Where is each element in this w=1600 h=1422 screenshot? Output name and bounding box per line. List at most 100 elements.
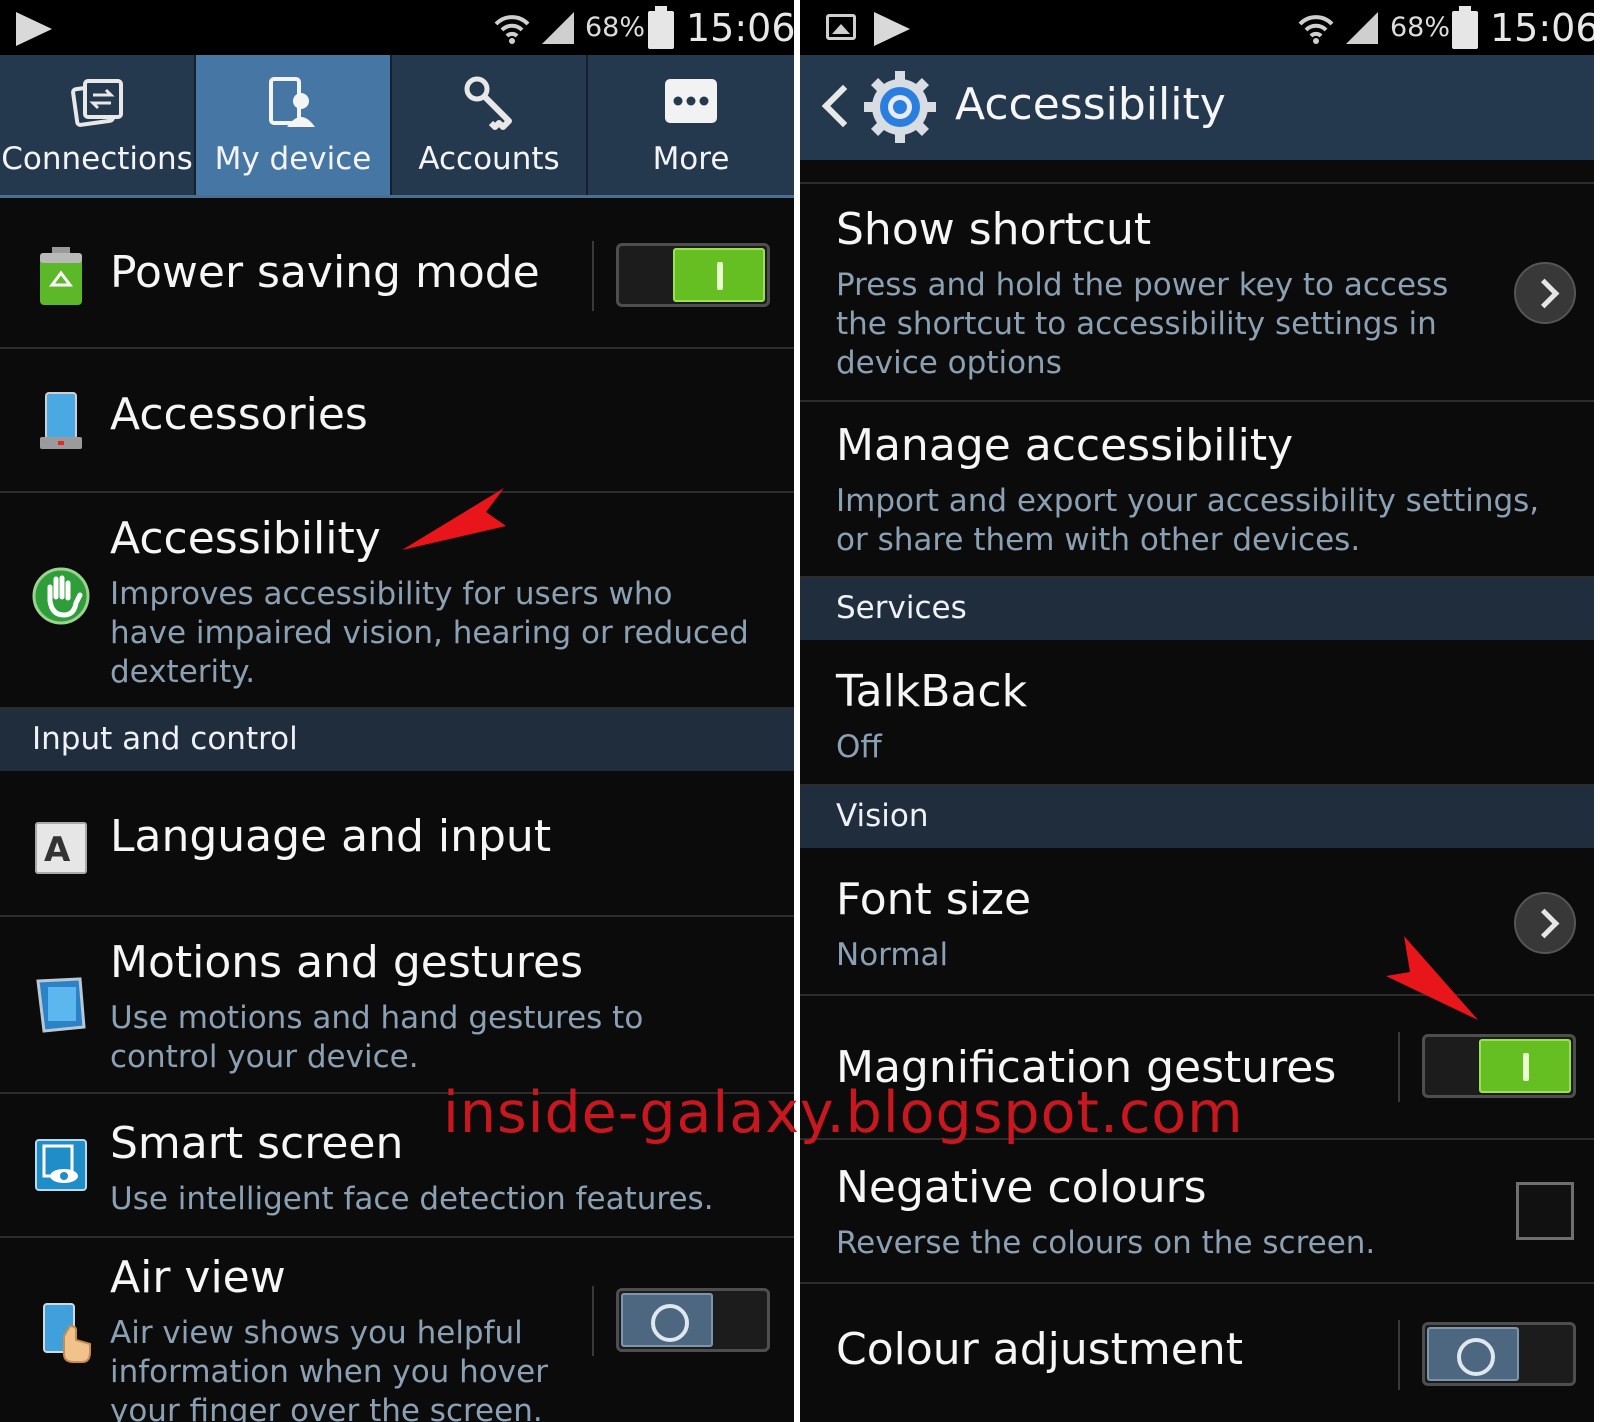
section-vision: Vision (800, 786, 1594, 848)
toggle-thumb (621, 1293, 713, 1347)
negative-colours-checkbox[interactable] (1516, 1182, 1574, 1240)
negative-colours-row[interactable]: Negative colours Reverse the colours on … (800, 1140, 1594, 1284)
row-divider (592, 241, 594, 311)
clock: 15:06 (1490, 6, 1594, 50)
accessibility-screen: 68% 15:06 Accessibility Show shortcut Pr… (800, 0, 1594, 1422)
talkback-row[interactable]: TalkBack Off (800, 640, 1594, 786)
battery-icon (648, 6, 674, 49)
status-bar: 68% 15:06 (800, 0, 1594, 55)
magnification-toggle[interactable] (1422, 1034, 1576, 1098)
air-view-toggle[interactable] (616, 1288, 770, 1352)
colour-adjustment-toggle[interactable] (1422, 1322, 1576, 1386)
tab-label: My device (214, 141, 372, 177)
row-subtitle: Import and export your accessibility set… (836, 483, 1540, 558)
signal-icon (1346, 12, 1378, 44)
my-device-screen: 68% 15:06 Connections My device Accounts… (0, 0, 794, 1422)
row-title: Air view (110, 1252, 286, 1303)
row-title: Motions and gestures (110, 937, 584, 988)
section-input-and-control: Input and control (0, 709, 794, 771)
chevron-right-icon[interactable] (1514, 892, 1576, 954)
manage-accessibility-row[interactable]: Manage accessibility Import and export y… (800, 402, 1594, 578)
show-shortcut-row[interactable]: Show shortcut Press and hold the power k… (800, 186, 1594, 402)
red-arrow-pointer (1386, 936, 1478, 1020)
tab-label: More (652, 141, 730, 177)
tab-connections[interactable]: Connections (0, 55, 196, 195)
section-services: Services (800, 578, 1594, 640)
toggle-thumb (1427, 1327, 1519, 1381)
row-title: Colour adjustment (836, 1324, 1243, 1375)
power-saving-toggle[interactable] (616, 243, 770, 307)
row-title: Power saving mode (110, 247, 540, 298)
battery-icon (1452, 6, 1478, 49)
row-subtitle: Reverse the colours on the screen. (836, 1225, 1376, 1261)
motions-gestures-row[interactable]: Motions and gestures Use motions and han… (0, 917, 794, 1094)
accounts-icon (464, 76, 512, 130)
toggle-thumb (1479, 1039, 1571, 1093)
talkback-status: Off (836, 729, 882, 765)
toggle-thumb (673, 248, 765, 302)
wifi-icon (494, 15, 530, 44)
chevron-right-icon[interactable] (1514, 262, 1576, 324)
scrolled-text-remnant (800, 160, 1594, 184)
signal-icon (542, 12, 574, 44)
status-bar: 68% 15:06 (0, 0, 794, 55)
row-title: Accessibility (110, 513, 381, 564)
row-subtitle: Use intelligent face detection features. (110, 1181, 714, 1217)
row-divider (1398, 1320, 1400, 1390)
accessibility-row[interactable]: Accessibility Improves accessibility for… (0, 493, 794, 709)
section-label: Input and control (32, 721, 298, 757)
accessories-icon (40, 392, 82, 449)
colour-adjustment-row[interactable]: Colour adjustment (800, 1284, 1594, 1422)
back-chevron-icon[interactable] (821, 84, 865, 128)
my-device-icon (269, 77, 315, 127)
more-icon (665, 79, 717, 123)
page-title: Accessibility (955, 79, 1226, 130)
row-divider (1398, 1032, 1400, 1102)
tab-label: Accounts (418, 141, 560, 177)
tab-more[interactable]: More (588, 55, 794, 195)
svg-text:A: A (44, 830, 71, 870)
red-arrow-pointer (402, 488, 506, 550)
battery-recycle-icon (40, 247, 82, 305)
battery-percent: 68% (1390, 12, 1451, 43)
watermark: inside-galaxy.blogspot.com (443, 1080, 1244, 1146)
tab-accounts[interactable]: Accounts (392, 55, 588, 195)
air-view-icon (43, 1303, 91, 1363)
row-title: Manage accessibility (836, 420, 1294, 471)
battery-percent: 68% (585, 12, 646, 43)
row-title: Show shortcut (836, 204, 1152, 255)
row-subtitle: Press and hold the power key to access t… (836, 267, 1449, 381)
settings-gear-icon (864, 71, 936, 143)
accessibility-hand-icon (32, 567, 90, 625)
accessibility-header: Accessibility (800, 55, 1594, 160)
tab-label: Connections (1, 141, 193, 177)
wifi-icon (1298, 15, 1334, 44)
row-title: Smart screen (110, 1118, 404, 1169)
row-subtitle: Improves accessibility for users who hav… (110, 576, 749, 690)
gallery-icon (826, 14, 856, 40)
section-label: Vision (836, 798, 929, 834)
section-label: Services (836, 590, 967, 626)
row-title: Font size (836, 874, 1032, 925)
clock: 15:06 (686, 6, 794, 50)
motions-icon (36, 977, 86, 1033)
air-view-row[interactable]: Air view Air view shows you helpful info… (0, 1238, 794, 1422)
play-icon (874, 12, 910, 46)
settings-tab-bar: Connections My device Accounts More (0, 55, 794, 198)
language-icon: A (35, 822, 87, 874)
row-title: Accessories (110, 389, 368, 440)
row-title: Negative colours (836, 1162, 1207, 1213)
row-divider (592, 1286, 594, 1356)
connections-icon (71, 79, 123, 127)
language-input-row[interactable]: A Language and input (0, 771, 794, 917)
row-subtitle: Use motions and hand gestures to control… (110, 1000, 644, 1075)
row-title: Language and input (110, 811, 552, 862)
play-icon (16, 12, 52, 46)
smart-screen-icon (35, 1139, 87, 1191)
font-size-value: Normal (836, 937, 949, 973)
row-subtitle: Air view shows you helpful information w… (110, 1315, 548, 1422)
accessories-row[interactable]: Accessories (0, 349, 794, 493)
power-saving-row[interactable]: Power saving mode (0, 205, 794, 349)
row-title: TalkBack (836, 666, 1028, 717)
tab-my-device[interactable]: My device (196, 55, 392, 195)
